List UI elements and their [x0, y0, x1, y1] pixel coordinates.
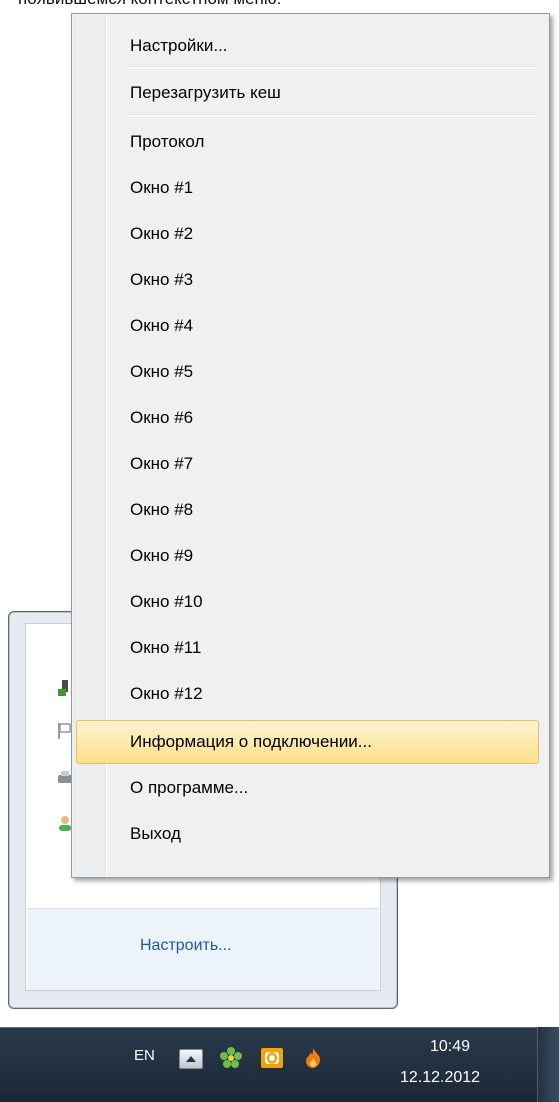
taskbar: EN 10:49 12.12.2012 [0, 1027, 559, 1102]
outlook-icon[interactable] [260, 1046, 284, 1070]
context-menu: Настройки... Перезагрузить кеш Протокол … [71, 13, 550, 878]
menu-item-reload-cache[interactable]: Перезагрузить кеш [74, 71, 547, 115]
menu-item-connection-info[interactable]: Информация о подключении... [76, 720, 539, 764]
show-desktop-button[interactable] [537, 1027, 559, 1102]
menu-item-window-7[interactable]: Окно #7 [74, 442, 547, 486]
menu-item-window-9[interactable]: Окно #9 [74, 534, 547, 578]
menu-separator [128, 114, 537, 116]
clock-date[interactable]: 12.12.2012 [400, 1069, 480, 1087]
menu-item-window-4[interactable]: Окно #4 [74, 304, 547, 348]
menu-item-exit[interactable]: Выход [74, 812, 547, 856]
menu-item-window-5[interactable]: Окно #5 [74, 350, 547, 394]
show-hidden-icons-button[interactable] [179, 1049, 203, 1069]
menu-item-window-6[interactable]: Окно #6 [74, 396, 547, 440]
menu-item-window-3[interactable]: Окно #3 [74, 258, 547, 302]
flame-app-icon[interactable] [301, 1046, 325, 1070]
menu-item-about[interactable]: О программе... [74, 766, 547, 810]
caption-text: появившемся контекстном меню: [18, 0, 559, 9]
flyout-footer: Настроить... [27, 908, 379, 990]
menu-separator [128, 66, 537, 68]
menu-item-settings[interactable]: Настройки... [74, 24, 547, 68]
menu-item-window-8[interactable]: Окно #8 [74, 488, 547, 532]
clock-time[interactable]: 10:49 [430, 1038, 470, 1056]
icq-flower-icon[interactable] [219, 1046, 243, 1070]
menu-item-window-11[interactable]: Окно #11 [74, 626, 547, 670]
language-indicator[interactable]: EN [134, 1047, 155, 1064]
menu-item-window-12[interactable]: Окно #12 [74, 672, 547, 716]
taskbar-edge [0, 1027, 559, 1028]
menu-item-window-10[interactable]: Окно #10 [74, 580, 547, 624]
menu-item-log[interactable]: Протокол [74, 120, 547, 164]
menu-item-window-1[interactable]: Окно #1 [74, 166, 547, 210]
menu-item-window-2[interactable]: Окно #2 [74, 212, 547, 256]
customize-link[interactable]: Настроить... [140, 937, 232, 955]
chevron-up-icon [186, 1056, 196, 1062]
